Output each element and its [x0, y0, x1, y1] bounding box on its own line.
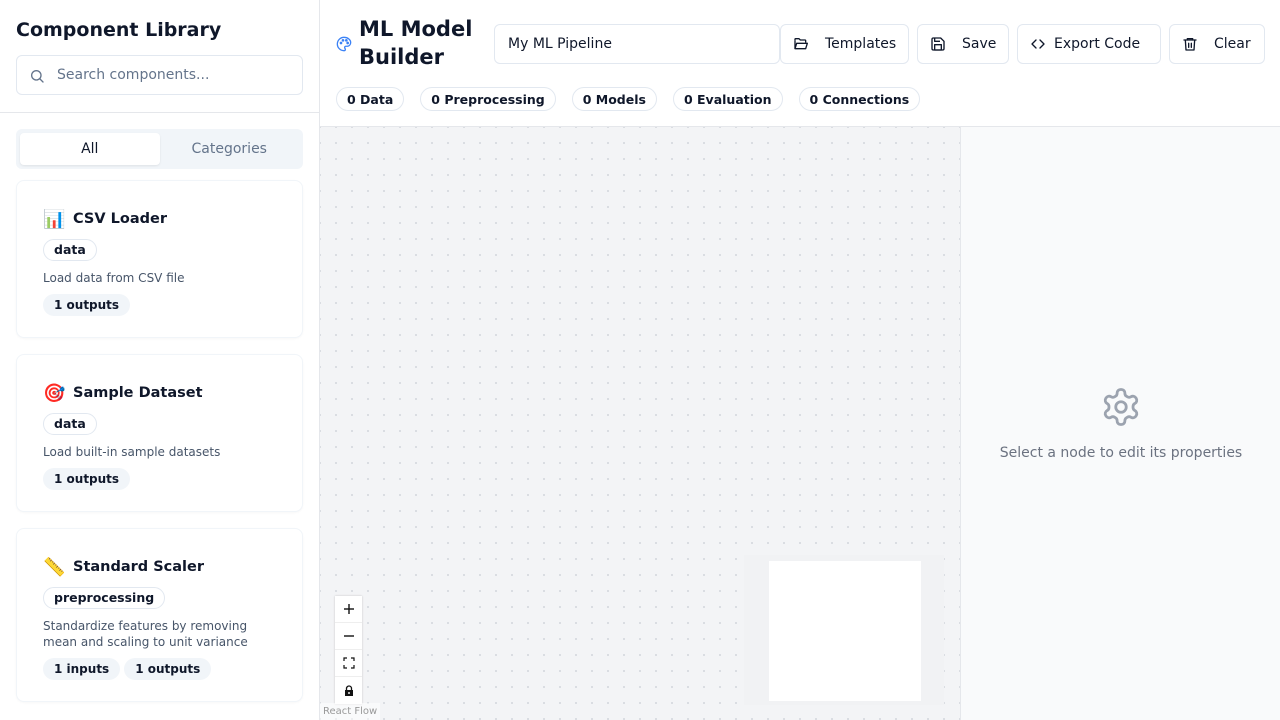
export-label: Export Code — [1054, 36, 1141, 52]
folder-open-icon — [794, 38, 808, 50]
fit-view-button[interactable] — [335, 650, 362, 677]
card-description: Load data from CSV file — [43, 271, 185, 285]
category-badge: data — [43, 239, 97, 261]
minimap[interactable] — [744, 555, 944, 705]
palette-icon — [336, 36, 352, 52]
component-card-sample-dataset[interactable]: 🎯 Sample Dataset data Load built-in samp… — [16, 354, 303, 512]
inputs-badge: 1 inputs — [43, 658, 121, 680]
tab-categories[interactable]: Categories — [160, 133, 300, 165]
port-badges: 1 outputs — [43, 294, 276, 316]
tab-all[interactable]: All — [20, 133, 160, 165]
port-badges: 1 outputs — [43, 468, 276, 490]
ruler-icon: 📏 — [43, 556, 66, 578]
minimap-viewport[interactable] — [769, 561, 921, 701]
zoom-in-button[interactable] — [335, 596, 362, 623]
outputs-badge: 1 outputs — [43, 294, 131, 316]
lock-icon — [344, 684, 353, 696]
code-icon — [1031, 39, 1045, 49]
templates-label: Templates — [825, 36, 897, 52]
card-description: Load built-in sample datasets — [43, 445, 221, 459]
properties-panel: Select a node to edit its properties — [960, 127, 1280, 720]
stat-data: 0 Data — [336, 87, 405, 111]
flow-canvas[interactable]: React Flow — [320, 127, 960, 720]
stat-preprocessing: 0 Preprocessing — [420, 87, 556, 111]
outputs-badge: 1 outputs — [43, 468, 131, 490]
fit-view-icon — [342, 657, 355, 669]
pipeline-name-input[interactable]: My ML Pipeline — [494, 24, 780, 64]
bar-chart-icon: 📊 — [43, 208, 66, 230]
component-card-standard-scaler[interactable]: 📏 Standard Scaler preprocessing Standard… — [16, 528, 303, 702]
category-badge: preprocessing — [43, 587, 166, 609]
react-flow-attribution[interactable]: React Flow — [320, 703, 381, 720]
trash-icon — [1183, 38, 1197, 51]
search-icon — [31, 70, 44, 83]
empty-properties-text: Select a node to edit its properties — [999, 445, 1243, 461]
stat-connections: 0 Connections — [798, 87, 921, 111]
card-title: 🎯 Sample Dataset — [43, 381, 276, 405]
app-title: ML Model Builder — [359, 17, 473, 69]
card-title: 📊 CSV Loader — [43, 207, 276, 231]
stat-evaluation: 0 Evaluation — [672, 87, 783, 111]
export-code-button[interactable]: Export Code — [1017, 24, 1161, 64]
save-button[interactable]: Save — [917, 24, 1009, 64]
clear-button[interactable]: Clear — [1169, 24, 1265, 64]
category-badge: data — [43, 413, 97, 435]
plus-icon — [343, 604, 354, 614]
card-title: 📏 Standard Scaler — [43, 555, 276, 579]
lock-button[interactable] — [335, 677, 362, 704]
pipeline-stats: 0 Data 0 Preprocessing 0 Models 0 Evalua… — [336, 87, 921, 111]
search-placeholder: Search components... — [57, 67, 210, 83]
card-name: Standard Scaler — [73, 559, 205, 575]
minus-icon — [343, 635, 354, 637]
library-tabs: All Categories — [16, 129, 303, 169]
port-badges: 1 inputs 1 outputs — [43, 658, 276, 680]
clear-label: Clear — [1214, 36, 1251, 52]
target-icon: 🎯 — [43, 382, 66, 404]
save-label: Save — [962, 36, 997, 52]
sidebar-title: Component Library — [16, 19, 222, 41]
settings-gear-icon — [1103, 388, 1139, 426]
outputs-badge: 1 outputs — [124, 658, 212, 680]
search-input[interactable]: Search components... — [16, 55, 303, 95]
zoom-out-button[interactable] — [335, 623, 362, 650]
save-icon — [931, 37, 945, 51]
templates-button[interactable]: Templates — [780, 24, 909, 64]
component-library-sidebar: Component Library Search components... A… — [0, 0, 320, 720]
top-toolbar: ML Model Builder My ML Pipeline Template… — [320, 0, 1280, 127]
component-card-csv-loader[interactable]: 📊 CSV Loader data Load data from CSV fil… — [16, 180, 303, 338]
canvas-controls — [335, 596, 362, 704]
card-description: Standardize features by removing mean an… — [43, 619, 248, 649]
sidebar-header: Component Library Search components... — [0, 0, 319, 113]
card-name: Sample Dataset — [73, 385, 203, 401]
stat-models: 0 Models — [571, 87, 657, 111]
card-name: CSV Loader — [73, 211, 167, 227]
